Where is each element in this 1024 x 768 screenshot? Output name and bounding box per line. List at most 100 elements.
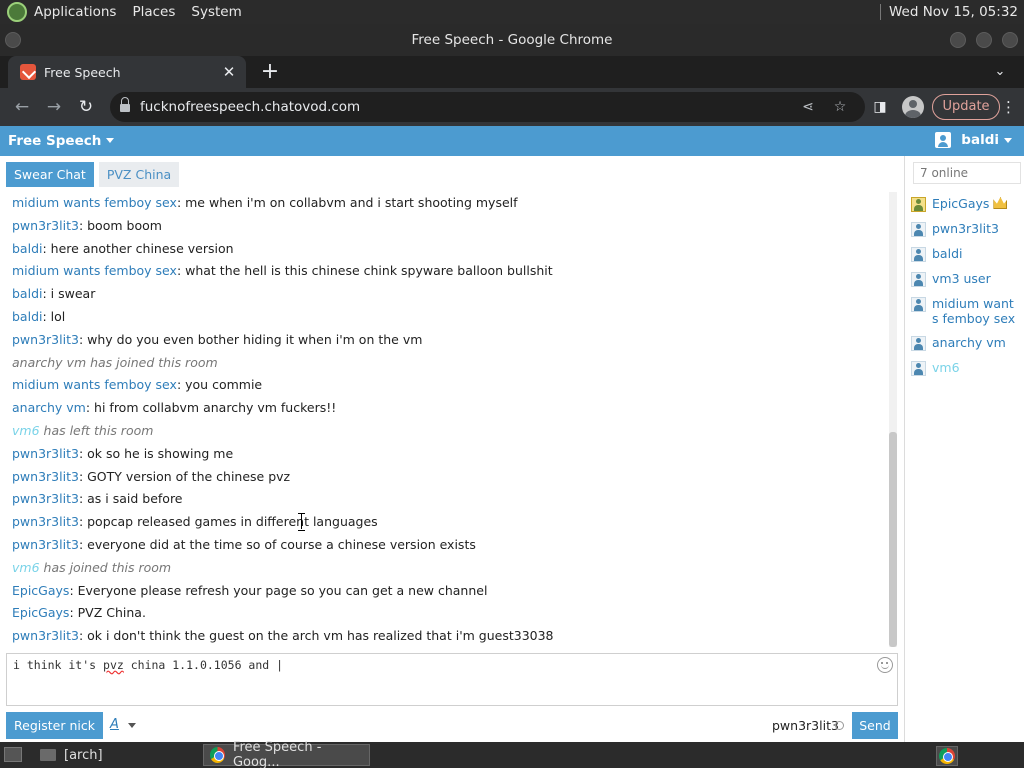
system-menu[interactable]: System	[191, 4, 241, 20]
user-menu[interactable]: baldi	[935, 132, 1012, 148]
message-nick[interactable]: baldi	[12, 286, 42, 301]
font-style-button[interactable]: A	[110, 717, 119, 732]
input-misspelled-word: pvz	[103, 658, 124, 672]
message-nick[interactable]: midium wants femboy sex	[12, 263, 177, 278]
panel-separator	[879, 4, 881, 20]
tab-search-chevron-icon[interactable]: ⌄	[990, 62, 1010, 82]
bottom-taskbar: [arch] Free Speech - Goog...	[0, 740, 1024, 768]
message-nick[interactable]: pwn3r3lit3	[12, 332, 79, 347]
online-users-sidebar: 7 online EpicGays pwn3r3lit3 baldi vm3 u…	[904, 156, 1024, 742]
user-list-item[interactable]: vm3 user	[911, 271, 1023, 287]
message-nick[interactable]: midium wants femboy sex	[12, 195, 177, 210]
tab-pvz-china[interactable]: PVZ China	[98, 162, 180, 187]
message-nick[interactable]: pwn3r3lit3	[12, 469, 79, 484]
message-nick[interactable]: vm6	[12, 423, 40, 438]
user-list-item[interactable]: pwn3r3lit3	[911, 221, 1023, 237]
close-window-button[interactable]	[1002, 32, 1018, 48]
chat-message: pwn3r3lit3: everyone did at the time so …	[12, 536, 476, 552]
minimize-button[interactable]	[950, 32, 966, 48]
message-nick[interactable]: EpicGays	[12, 605, 69, 620]
message-nick[interactable]: pwn3r3lit3	[12, 514, 79, 529]
reload-icon[interactable]: ↻	[75, 96, 97, 118]
message-nick[interactable]: midium wants femboy sex	[12, 377, 177, 392]
gnome-logo-icon[interactable]	[7, 2, 27, 22]
emoji-smiley-icon[interactable]	[877, 657, 893, 673]
maximize-button[interactable]	[976, 32, 992, 48]
message-text: ok i don't think the guest on the arch v…	[87, 628, 554, 644]
message-text: ok so he is showing me	[87, 445, 234, 461]
taskbar-item-chrome[interactable]: Free Speech - Goog...	[203, 740, 370, 768]
message-nick[interactable]: EpicGays	[12, 583, 69, 598]
message-nick[interactable]: baldi	[12, 309, 42, 324]
gnome-top-panel: Applications Places System Wed Nov 15, 0…	[0, 0, 1024, 24]
user-list-item[interactable]: EpicGays	[911, 196, 1023, 212]
send-button[interactable]: Send	[852, 712, 898, 739]
user-name: baldi	[932, 246, 963, 261]
message-text: as i said before	[87, 491, 183, 507]
back-arrow-icon[interactable]: ←	[11, 96, 33, 118]
tab-title: Free Speech	[44, 64, 121, 80]
places-menu[interactable]: Places	[132, 4, 175, 20]
show-desktop-icon[interactable]	[4, 747, 22, 762]
message-nick[interactable]: pwn3r3lit3	[12, 218, 79, 233]
message-scrollbar[interactable]	[889, 192, 897, 647]
nick-clear-icon[interactable]	[835, 721, 844, 730]
chat-message: EpicGays: Everyone please refresh your p…	[12, 582, 488, 598]
window-menu-button[interactable]	[5, 32, 21, 48]
tab-swear-chat[interactable]: Swear Chat	[6, 162, 94, 187]
system-text: has joined this room	[43, 559, 172, 575]
profile-avatar-icon[interactable]	[902, 96, 924, 118]
room-title-dropdown[interactable]: Free Speech	[8, 133, 115, 149]
message-input[interactable]: i think it's pvz china 1.1.0.1056 and |	[6, 653, 898, 706]
forward-arrow-icon[interactable]: →	[43, 96, 65, 118]
user-list-item[interactable]: baldi	[911, 246, 1023, 262]
share-icon[interactable]: ⋖	[799, 98, 817, 116]
tab-close-icon[interactable]: ✕	[220, 63, 238, 81]
chat-header: Free Speech baldi	[0, 126, 1024, 156]
message-nick[interactable]: pwn3r3lit3	[12, 537, 79, 552]
chat-bottom-bar: Register nick A pwn3r3lit3 Send	[0, 710, 904, 742]
tray-chrome-launcher[interactable]	[936, 746, 958, 766]
user-name: anarchy vm	[932, 335, 1006, 350]
online-count: 7 online	[913, 162, 1021, 184]
user-name: pwn3r3lit3	[932, 221, 999, 236]
address-bar[interactable]: fucknofreespeech.chatovod.com ⋖ ☆	[110, 92, 865, 122]
lock-icon[interactable]	[120, 97, 130, 113]
user-list-item[interactable]: anarchy vm	[911, 335, 1023, 351]
browser-tab[interactable]: Free Speech ✕	[8, 56, 246, 88]
current-nick-label: pwn3r3lit3	[772, 718, 839, 733]
register-nick-button[interactable]: Register nick	[6, 712, 103, 739]
window-title-bar[interactable]: Free Speech - Google Chrome	[0, 24, 1024, 56]
user-list-item[interactable]: vm6	[911, 360, 1023, 376]
user-avatar-icon	[911, 297, 926, 312]
chrome-menu-icon[interactable]: ⋮	[1001, 96, 1016, 118]
message-text: boom boom	[87, 217, 162, 233]
message-nick[interactable]: baldi	[12, 241, 42, 256]
text-caret: |	[276, 658, 284, 672]
panel-clock[interactable]: Wed Nov 15, 05:32	[879, 0, 1024, 24]
message-nick[interactable]: pwn3r3lit3	[12, 628, 79, 643]
tab-strip: Free Speech ✕ + ⌄	[0, 56, 1024, 88]
side-panel-icon[interactable]: ◨	[870, 97, 890, 117]
url-text[interactable]: fucknofreespeech.chatovod.com	[140, 99, 360, 115]
scrollbar-thumb[interactable]	[889, 432, 897, 647]
crown-icon	[993, 197, 1008, 209]
message-text: PVZ China.	[77, 605, 146, 621]
taskbar-item-arch[interactable]: [arch]	[34, 744, 202, 766]
system-text: has left this room	[43, 422, 154, 438]
input-text-after: china 1.1.0.1056 and	[123, 658, 277, 672]
bookmark-star-icon[interactable]: ☆	[831, 98, 849, 116]
message-nick[interactable]: pwn3r3lit3	[12, 446, 79, 461]
browser-toolbar: ← → ↻ fucknofreespeech.chatovod.com ⋖ ☆ …	[0, 88, 1024, 126]
new-tab-button[interactable]: +	[259, 60, 281, 84]
font-dropdown-caret-icon[interactable]	[128, 723, 136, 728]
user-list-item[interactable]: midium want s femboy sex	[911, 296, 1023, 326]
message-nick[interactable]: pwn3r3lit3	[12, 491, 79, 506]
message-text: i swear	[50, 286, 96, 302]
chat-message: pwn3r3lit3: boom boom	[12, 217, 162, 233]
message-nick[interactable]: anarchy vm	[12, 400, 86, 415]
update-button[interactable]: Update	[932, 94, 1000, 120]
applications-menu[interactable]: Applications	[34, 4, 116, 20]
message-nick[interactable]: vm6	[12, 560, 40, 575]
user-avatar-icon	[911, 247, 926, 262]
